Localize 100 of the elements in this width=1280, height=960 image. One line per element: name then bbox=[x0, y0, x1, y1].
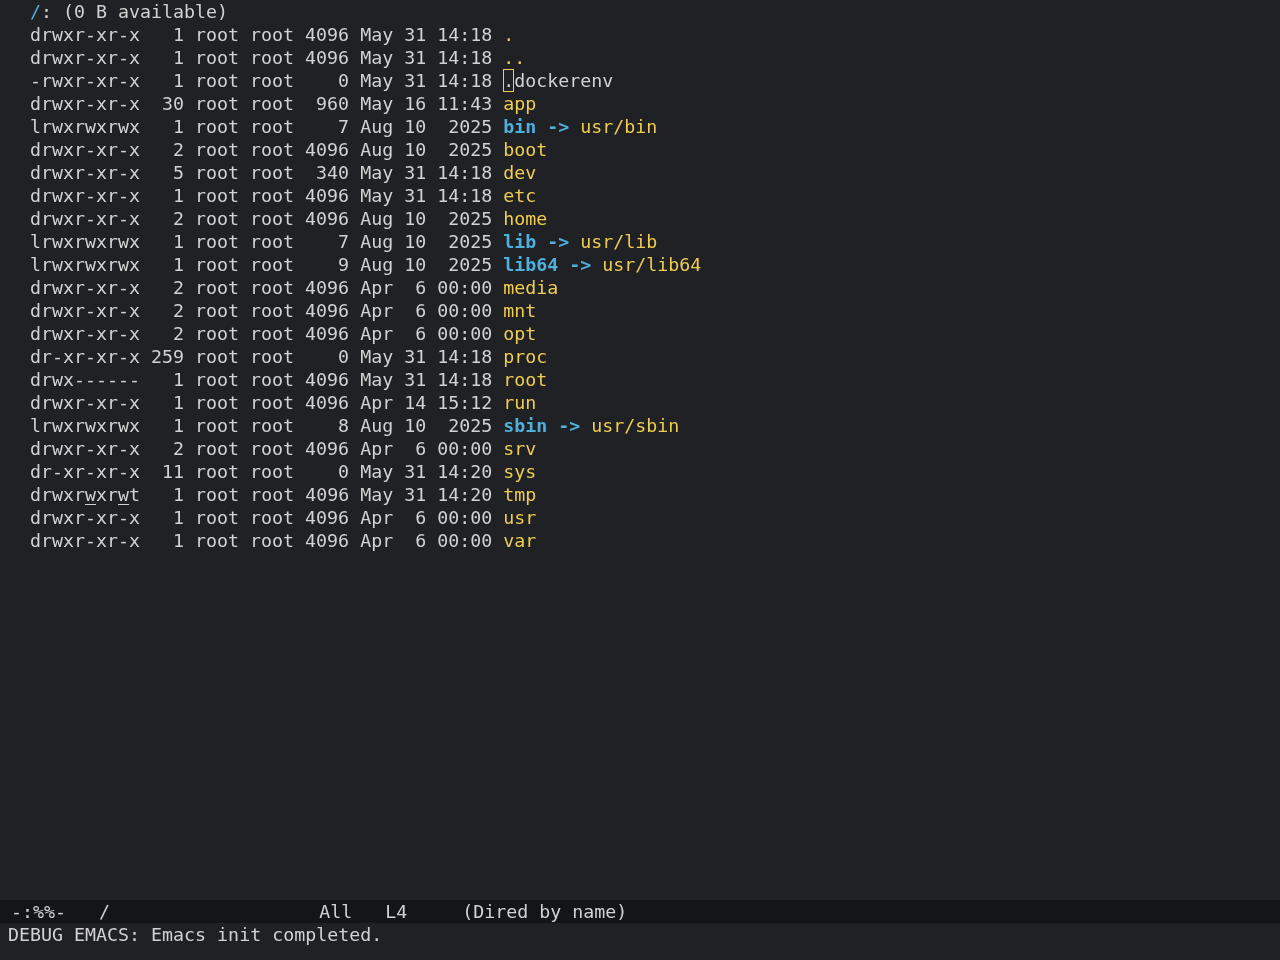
file-name[interactable]: etc bbox=[503, 184, 537, 207]
modified-date: Aug 10 2025 bbox=[360, 230, 493, 253]
file-name[interactable]: dev bbox=[503, 161, 537, 184]
link-count: 1 bbox=[173, 69, 185, 92]
file-group: root bbox=[250, 345, 295, 368]
file-size: 9 bbox=[338, 253, 350, 276]
file-size: 4096 bbox=[305, 138, 350, 161]
file-owner: root bbox=[195, 253, 240, 276]
link-count: 1 bbox=[173, 230, 185, 253]
file-owner: root bbox=[195, 299, 240, 322]
file-permissions: lrwxrwxrwx bbox=[30, 414, 141, 437]
file-name[interactable]: lib64 bbox=[503, 253, 559, 276]
file-size: 4096 bbox=[305, 322, 350, 345]
modified-date: May 31 14:18 bbox=[360, 46, 493, 69]
file-group: root bbox=[250, 506, 295, 529]
file-permissions: dr-xr-xr-x bbox=[30, 345, 141, 368]
file-name[interactable]: run bbox=[503, 391, 537, 414]
file-size: 4096 bbox=[305, 23, 350, 46]
file-owner: root bbox=[195, 391, 240, 414]
link-count: 1 bbox=[173, 253, 185, 276]
file-size: 4096 bbox=[305, 529, 350, 552]
file-group: root bbox=[250, 460, 295, 483]
link-arrow: -> bbox=[547, 115, 570, 138]
file-name[interactable]: .. bbox=[503, 46, 526, 69]
file-name[interactable]: root bbox=[503, 368, 548, 391]
file-owner: root bbox=[195, 276, 240, 299]
file-group: root bbox=[250, 138, 295, 161]
major-mode: (Dired by name) bbox=[462, 900, 628, 923]
link-count: 1 bbox=[173, 529, 185, 552]
file-group: root bbox=[250, 437, 295, 460]
link-count: 1 bbox=[173, 184, 185, 207]
modified-date: May 31 14:18 bbox=[360, 69, 493, 92]
file-name[interactable]: app bbox=[503, 92, 537, 115]
file-name[interactable]: sys bbox=[503, 460, 537, 483]
modified-date: Aug 10 2025 bbox=[360, 207, 493, 230]
file-permissions: lrwxrwxrwx bbox=[30, 230, 141, 253]
link-count: 1 bbox=[173, 483, 185, 506]
buffer-name: / bbox=[99, 900, 111, 923]
buffer-position: All bbox=[319, 900, 353, 923]
modified-date: Apr 6 00:00 bbox=[360, 322, 493, 345]
file-name[interactable]: lib bbox=[503, 230, 537, 253]
modified-date: May 31 14:18 bbox=[360, 161, 493, 184]
file-group: root bbox=[250, 414, 295, 437]
file-group: root bbox=[250, 46, 295, 69]
file-permissions: drwxr-xr-x bbox=[30, 506, 141, 529]
file-name[interactable]: home bbox=[503, 207, 548, 230]
file-size: 8 bbox=[338, 414, 350, 437]
link-count: 259 bbox=[151, 345, 185, 368]
file-permissions: drwxr-xr-x bbox=[30, 299, 141, 322]
file-group: root bbox=[250, 253, 295, 276]
file-name[interactable]: usr bbox=[503, 506, 537, 529]
modified-date: Apr 6 00:00 bbox=[360, 299, 493, 322]
file-size: 4096 bbox=[305, 299, 350, 322]
modified-date: Apr 6 00:00 bbox=[360, 506, 493, 529]
file-owner: root bbox=[195, 460, 240, 483]
link-count: 1 bbox=[173, 115, 185, 138]
link-count: 11 bbox=[162, 460, 185, 483]
file-name[interactable]: srv bbox=[503, 437, 537, 460]
link-count: 2 bbox=[173, 138, 185, 161]
modified-date: May 31 14:20 bbox=[360, 460, 493, 483]
modified-date: May 31 14:18 bbox=[360, 23, 493, 46]
file-name[interactable]: opt bbox=[503, 322, 537, 345]
modified-date: Apr 6 00:00 bbox=[360, 529, 493, 552]
file-name[interactable]: mnt bbox=[503, 299, 537, 322]
file-permissions: drwxr-xr-x bbox=[30, 276, 141, 299]
file-permissions: drwxr-xr-x bbox=[30, 207, 141, 230]
modified-date: May 16 11:43 bbox=[360, 92, 493, 115]
file-size: 7 bbox=[338, 230, 350, 253]
file-name[interactable]: var bbox=[503, 529, 537, 552]
modified-status: -:%%- bbox=[11, 900, 67, 923]
link-count: 2 bbox=[173, 299, 185, 322]
file-group: root bbox=[250, 92, 295, 115]
file-name[interactable]: media bbox=[503, 276, 559, 299]
modified-date: May 31 14:18 bbox=[360, 368, 493, 391]
link-target: usr/sbin bbox=[591, 414, 680, 437]
file-owner: root bbox=[195, 529, 240, 552]
link-arrow: -> bbox=[558, 414, 581, 437]
file-group: root bbox=[250, 391, 295, 414]
file-permissions: drwxr-xr-x bbox=[30, 92, 141, 115]
file-name[interactable]: sbin bbox=[503, 414, 548, 437]
file-name[interactable]: boot bbox=[503, 138, 548, 161]
file-owner: root bbox=[195, 345, 240, 368]
file-group: root bbox=[250, 299, 295, 322]
file-permissions: drwxr-xr-x bbox=[30, 529, 141, 552]
file-group: root bbox=[250, 207, 295, 230]
file-name[interactable]: . bbox=[503, 23, 515, 46]
file-size: 960 bbox=[316, 92, 350, 115]
link-target: usr/lib bbox=[580, 230, 658, 253]
file-name[interactable]: tmp bbox=[503, 483, 537, 506]
file-owner: root bbox=[195, 230, 240, 253]
file-name[interactable]: proc bbox=[503, 345, 548, 368]
file-owner: root bbox=[195, 506, 240, 529]
file-owner: root bbox=[195, 322, 240, 345]
link-count: 1 bbox=[173, 368, 185, 391]
file-permissions: lrwxrwxrwx bbox=[30, 115, 141, 138]
file-size: 4096 bbox=[305, 184, 350, 207]
file-name[interactable]: bin bbox=[503, 115, 537, 138]
modified-date: May 31 14:20 bbox=[360, 483, 493, 506]
file-size: 4096 bbox=[305, 46, 350, 69]
link-count: 5 bbox=[173, 161, 185, 184]
